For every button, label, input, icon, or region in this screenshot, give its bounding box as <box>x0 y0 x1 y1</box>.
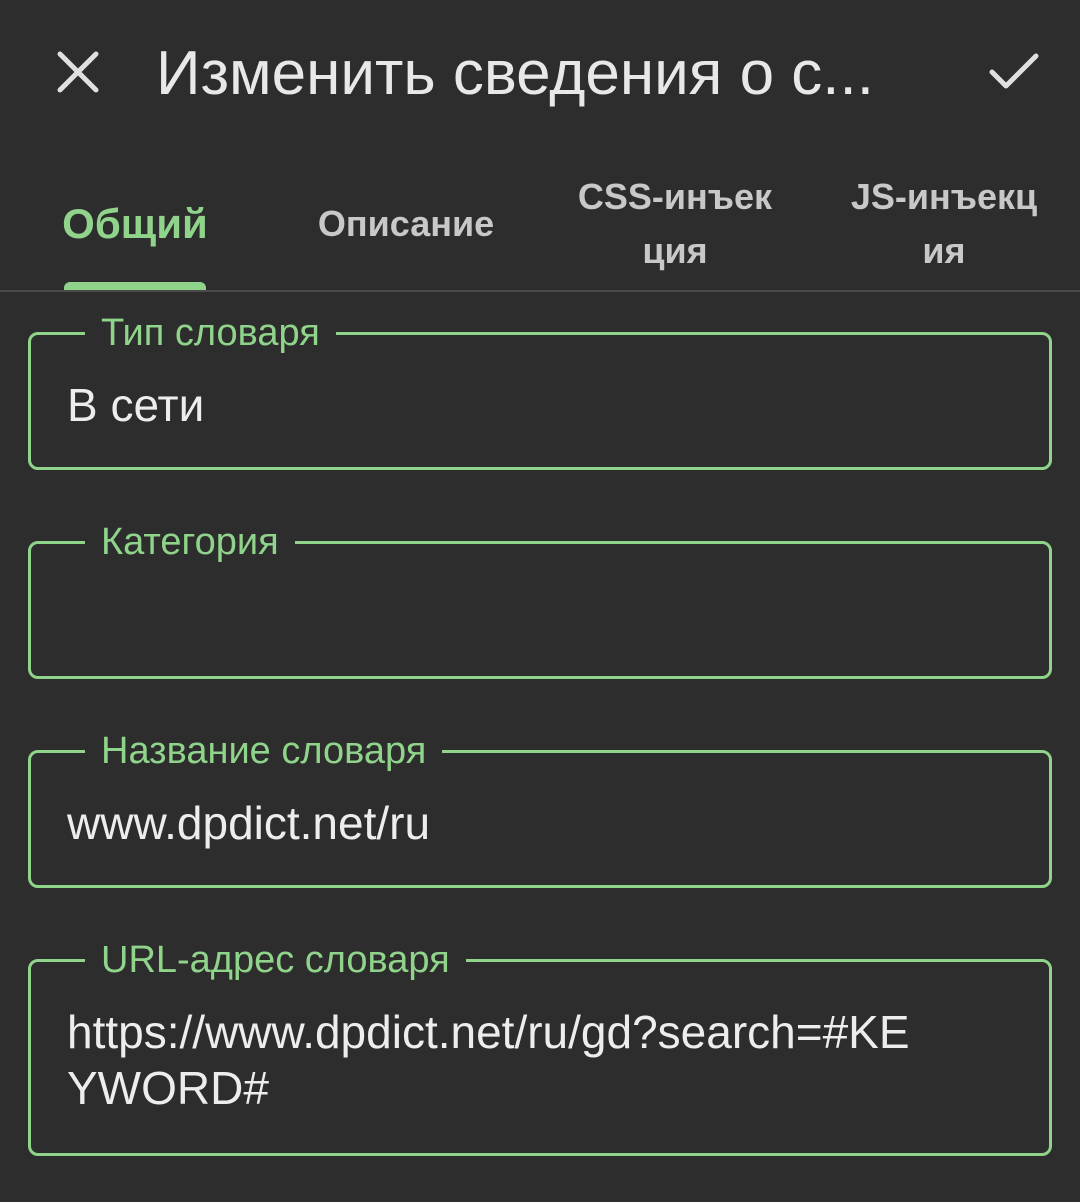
dict-url-value: https://www.dpdict.net/ru/gd?search=#KEY… <box>67 1006 910 1114</box>
confirm-button[interactable] <box>984 44 1044 100</box>
page-title: Изменить сведения о с... <box>156 39 874 108</box>
tab-general[interactable]: Общий <box>34 160 236 288</box>
dict-name-label: Название словаря <box>85 727 443 775</box>
tab-description[interactable]: Описание <box>290 160 522 288</box>
close-button[interactable] <box>50 44 106 100</box>
tab-bar: Общий Описание CSS-инъек ция JS-инъекц и… <box>0 160 1080 292</box>
check-icon <box>989 53 1039 89</box>
tab-css-injection[interactable]: CSS-инъек ция <box>562 160 788 288</box>
dict-type-value: В сети <box>67 379 205 431</box>
tab-general-label: Общий <box>62 200 208 247</box>
tab-js-injection-label: JS-инъекц ия <box>850 176 1038 271</box>
category-label: Категория <box>85 518 295 566</box>
dict-name-field[interactable]: Название словаря www.dpdict.net/ru <box>28 727 1052 888</box>
dict-type-field[interactable]: Тип словаря В сети <box>28 309 1052 470</box>
category-field[interactable]: Категория <box>28 518 1052 679</box>
tab-css-injection-label: CSS-инъек ция <box>577 176 773 271</box>
dict-name-value: www.dpdict.net/ru <box>67 797 431 849</box>
close-icon <box>57 51 99 93</box>
tab-description-label: Описание <box>317 203 495 244</box>
dict-type-label: Тип словаря <box>85 309 336 357</box>
top-app-bar: Изменить сведения о с... <box>0 0 1080 150</box>
dict-url-field[interactable]: URL-адрес словаря https://www.dpdict.net… <box>28 936 1052 1156</box>
tab-js-injection[interactable]: JS-инъекц ия <box>830 160 1058 288</box>
active-tab-indicator <box>64 282 206 290</box>
dict-url-label: URL-адрес словаря <box>85 936 466 984</box>
